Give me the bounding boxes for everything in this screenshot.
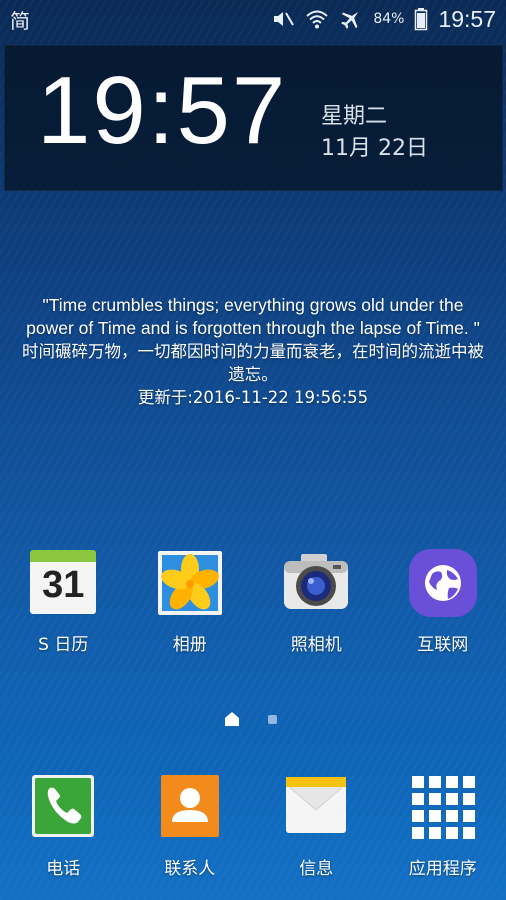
- clock-date: 11月 22日: [321, 136, 428, 161]
- camera-icon: [284, 554, 349, 609]
- messages-icon: [285, 777, 347, 833]
- status-bar: 简 84% 19:57: [0, 0, 506, 38]
- quote-english: "Time crumbles things; everything grows …: [26, 295, 480, 338]
- app-calendar[interactable]: 31 S 日历: [0, 548, 127, 655]
- quote-widget[interactable]: "Time crumbles things; everything grows …: [20, 294, 486, 409]
- clock-widget[interactable]: 19:57 星期二 11月 22日: [4, 45, 503, 191]
- battery-icon: [415, 8, 428, 31]
- dock: 电话 联系人 信息 应用程序: [0, 772, 506, 879]
- app-label: 电话: [46, 859, 81, 879]
- quote-updated-time: 更新于:2016-11-22 19:56:55: [137, 388, 369, 407]
- app-label: 照相机: [290, 635, 342, 655]
- contacts-icon: [160, 775, 219, 837]
- home-app-row: 31 S 日历 相册 照相机 互联网: [0, 548, 506, 655]
- status-clock: 19:57: [438, 5, 496, 32]
- app-camera[interactable]: 照相机: [253, 548, 380, 655]
- app-drawer[interactable]: 应用程序: [380, 772, 506, 879]
- input-method-indicator: 简: [10, 8, 30, 33]
- battery-percent: 84%: [373, 11, 405, 27]
- wifi-icon: [306, 10, 328, 29]
- app-label: S 日历: [38, 635, 89, 655]
- app-label: 联系人: [164, 859, 216, 879]
- mute-icon: [274, 12, 295, 26]
- app-label: 应用程序: [408, 859, 477, 879]
- home-page-icon[interactable]: [224, 711, 240, 727]
- app-label: 信息: [299, 859, 334, 879]
- apps-grid-icon: [411, 776, 475, 839]
- app-messages[interactable]: 信息: [253, 772, 380, 879]
- app-internet[interactable]: 互联网: [380, 548, 506, 655]
- app-label: 相册: [172, 635, 207, 655]
- calendar-day-number: 31: [42, 564, 85, 606]
- status-icons: 84% 19:57: [271, 6, 496, 33]
- app-gallery[interactable]: 相册: [127, 548, 254, 655]
- calendar-icon: 31: [28, 548, 98, 618]
- clock-time: 19:57: [37, 57, 288, 164]
- app-phone[interactable]: 电话: [0, 772, 127, 879]
- airplane-mode-icon: [341, 11, 359, 29]
- gallery-icon: [157, 551, 222, 615]
- app-label: 互联网: [417, 635, 469, 655]
- phone-icon: [32, 775, 95, 837]
- internet-icon: [408, 549, 477, 617]
- clock-weekday: 星期二: [321, 104, 388, 129]
- page-indicator[interactable]: [0, 710, 506, 728]
- app-contacts[interactable]: 联系人: [127, 772, 254, 879]
- page-dot[interactable]: [268, 715, 277, 724]
- quote-chinese: 时间碾碎万物，一切都因时间的力量而衰老，在时间的流逝中被遗忘。: [22, 342, 484, 384]
